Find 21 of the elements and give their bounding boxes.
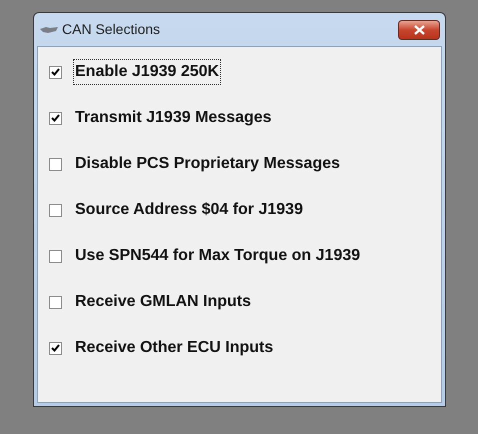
checkmark-icon	[51, 68, 60, 76]
checkmark-icon	[51, 114, 60, 122]
checkbox-label[interactable]: Enable J1939 250K	[74, 60, 220, 84]
checkbox-label[interactable]: Source Address $04 for J1939	[74, 198, 304, 222]
close-icon	[414, 24, 424, 34]
checkbox-label[interactable]: Disable PCS Proprietary Messages	[74, 152, 342, 176]
checkbox[interactable]	[49, 296, 62, 308]
checkbox[interactable]	[49, 204, 62, 216]
checkbox[interactable]	[49, 158, 62, 170]
checkbox[interactable]	[49, 342, 62, 354]
checkbox[interactable]	[49, 250, 62, 262]
checkbox-label[interactable]: Receive GMLAN Inputs	[74, 290, 252, 314]
close-button[interactable]	[398, 20, 440, 40]
checkbox-label[interactable]: Use SPN544 for Max Torque on J1939	[74, 244, 362, 268]
app-icon	[40, 26, 58, 34]
checkbox[interactable]	[49, 66, 62, 78]
checkbox-label[interactable]: Transmit J1939 Messages	[74, 106, 273, 130]
checkbox[interactable]	[49, 112, 62, 124]
window-title: CAN Selections	[62, 20, 160, 39]
checkbox-label[interactable]: Receive Other ECU Inputs	[74, 336, 274, 360]
checkmark-icon	[51, 344, 60, 352]
